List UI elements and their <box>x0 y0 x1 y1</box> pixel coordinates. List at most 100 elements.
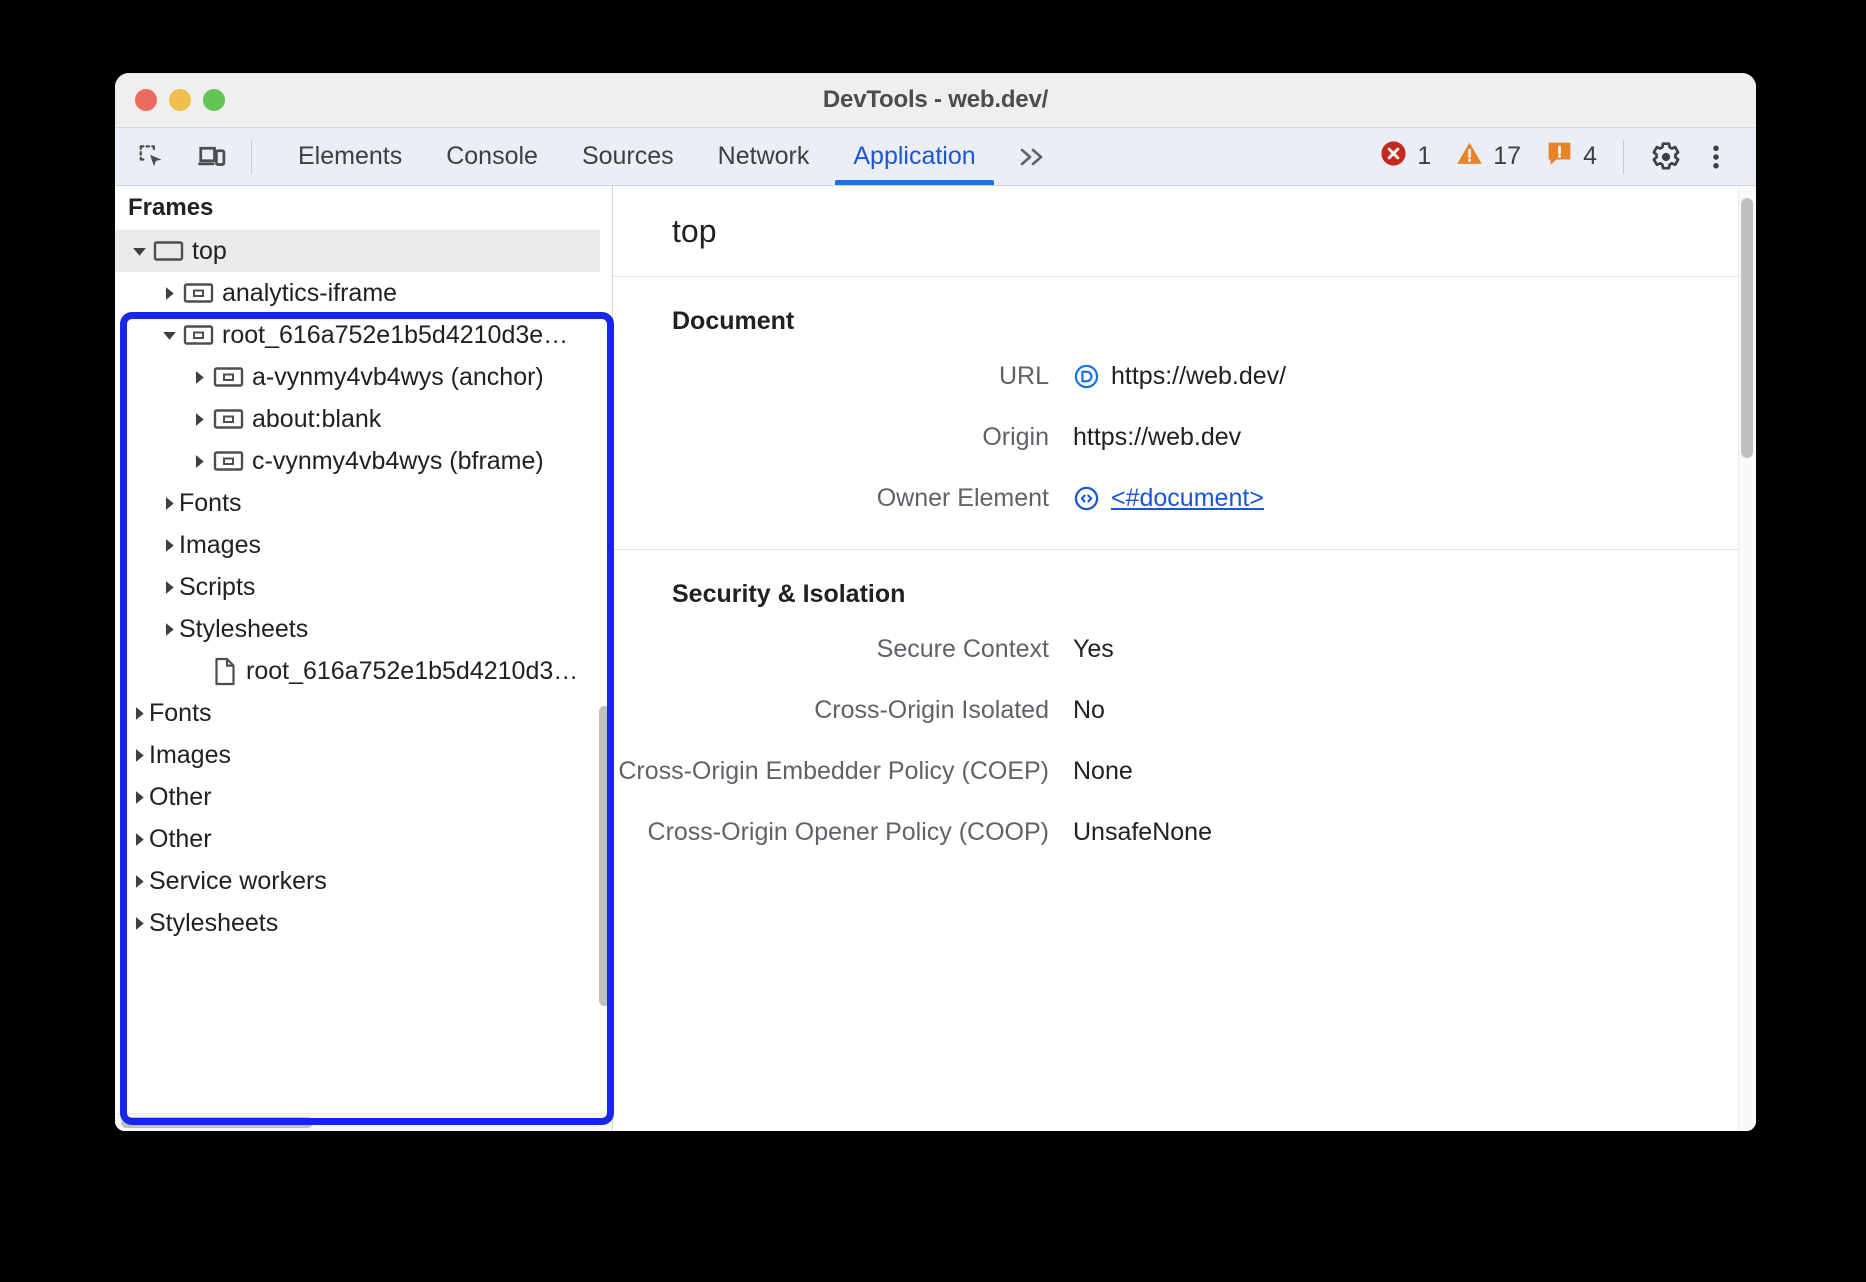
details-row-value: https://web.dev <box>1073 423 1241 452</box>
tree-row[interactable]: Other <box>115 776 600 818</box>
issue-count: 4 <box>1583 142 1597 171</box>
warning-count-badge[interactable]: 17 <box>1443 139 1533 175</box>
details-section: Security & IsolationSecure ContextYesCro… <box>613 550 1756 883</box>
tree-row[interactable]: Other <box>115 818 600 860</box>
reveal-in-network-icon[interactable] <box>1073 363 1100 390</box>
twisty-right-icon[interactable] <box>159 579 179 596</box>
toolbar-right: 1 17 <box>1367 135 1756 179</box>
tree-row[interactable]: Images <box>115 734 600 776</box>
tree-row[interactable]: root_616a752e1b5d4210d3… <box>115 650 600 692</box>
section-title: Document <box>613 307 1756 336</box>
twisty-right-icon[interactable] <box>189 453 209 470</box>
more-tabs-icon[interactable] <box>998 128 1066 185</box>
twisty-right-icon[interactable] <box>189 411 209 428</box>
twisty-down-icon[interactable] <box>129 243 149 260</box>
tree-row-label: Scripts <box>179 573 255 602</box>
inspect-element-icon[interactable] <box>131 136 173 178</box>
main-vertical-scrollbar[interactable] <box>1741 198 1753 458</box>
iframe-icon <box>213 365 244 389</box>
details-row-link[interactable]: <#document> <box>1111 484 1264 513</box>
toolbar-divider-right <box>1623 140 1624 174</box>
tree-row-label: analytics-iframe <box>222 279 397 308</box>
tree-row-label: Other <box>149 783 212 812</box>
details-row: Cross-Origin IsolatedNo <box>613 696 1756 725</box>
tab-application[interactable]: Application <box>831 128 997 185</box>
tree-row[interactable]: Fonts <box>115 692 600 734</box>
twisty-right-icon[interactable] <box>159 285 179 302</box>
details-row-text: UnsafeNone <box>1073 818 1212 847</box>
window-titlebar: DevTools - web.dev/ <box>115 73 1756 128</box>
sidebar-horizontal-scrollbar[interactable] <box>121 1117 313 1128</box>
tree-row[interactable]: analytics-iframe <box>115 272 600 314</box>
details-row: Originhttps://web.dev <box>613 423 1756 452</box>
details-row-value: Yes <box>1073 635 1114 664</box>
tree-row-label: Stylesheets <box>149 909 278 938</box>
twisty-right-icon[interactable] <box>129 873 149 890</box>
tree-row-label: root_616a752e1b5d4210d3e… <box>222 321 568 350</box>
tree-row[interactable]: Scripts <box>115 566 600 608</box>
tree-row-label: c-vynmy4vb4wys (bframe) <box>252 447 544 476</box>
iframe-icon <box>213 449 244 473</box>
twisty-right-icon[interactable] <box>189 369 209 386</box>
iframe-icon <box>183 323 214 347</box>
tree-row[interactable]: Fonts <box>115 482 600 524</box>
tab-sources[interactable]: Sources <box>560 128 696 185</box>
details-row: Cross-Origin Embedder Policy (COEP)None <box>613 757 1756 786</box>
details-row-key: URL <box>613 362 1073 391</box>
tree-row-label: Images <box>149 741 231 770</box>
twisty-right-icon[interactable] <box>159 537 179 554</box>
tree-row-label: Other <box>149 825 212 854</box>
twisty-right-icon[interactable] <box>129 831 149 848</box>
tab-elements[interactable]: Elements <box>276 128 424 185</box>
twisty-right-icon[interactable] <box>159 621 179 638</box>
issue-count-badge[interactable]: 4 <box>1533 139 1609 175</box>
iframe-icon <box>213 407 244 431</box>
error-icon <box>1379 139 1408 175</box>
page-title: top <box>613 186 1756 277</box>
frames-tree[interactable]: top analytics-iframe root_616a752e1b5d4210… <box>115 230 600 1117</box>
warning-icon <box>1455 139 1484 175</box>
section-title: Security & Isolation <box>613 580 1756 609</box>
tree-row[interactable]: Images <box>115 524 600 566</box>
tab-network[interactable]: Network <box>696 128 832 185</box>
tree-row[interactable]: root_616a752e1b5d4210d3e… <box>115 314 600 356</box>
details-row-value: https://web.dev/ <box>1073 362 1286 391</box>
tree-row-label: a-vynmy4vb4wys (anchor) <box>252 363 544 392</box>
details-row-text: No <box>1073 696 1105 725</box>
reveal-in-elements-icon[interactable] <box>1073 485 1100 512</box>
tree-row[interactable]: a-vynmy4vb4wys (anchor) <box>115 356 600 398</box>
tree-row[interactable]: top <box>115 230 600 272</box>
tree-row[interactable]: Service workers <box>115 860 600 902</box>
tab-console[interactable]: Console <box>424 128 560 185</box>
document-icon <box>213 657 238 686</box>
twisty-right-icon[interactable] <box>129 789 149 806</box>
details-row-value: No <box>1073 696 1105 725</box>
details-row-text: https://web.dev <box>1073 423 1241 452</box>
tree-row[interactable]: about:blank <box>115 398 600 440</box>
twisty-right-icon[interactable] <box>129 915 149 932</box>
twisty-down-icon[interactable] <box>159 327 179 344</box>
tree-row-label: top <box>192 237 227 266</box>
details-row-value: None <box>1073 757 1133 786</box>
details-row-key: Cross-Origin Isolated <box>613 696 1073 725</box>
twisty-right-icon[interactable] <box>129 747 149 764</box>
gear-icon[interactable] <box>1644 135 1688 179</box>
tree-row-label: Stylesheets <box>179 615 308 644</box>
devtools-window: DevTools - web.dev/ <box>115 73 1756 1131</box>
tree-row[interactable]: c-vynmy4vb4wys (bframe) <box>115 440 600 482</box>
details-row-key: Cross-Origin Embedder Policy (COEP) <box>613 757 1073 786</box>
tree-row[interactable]: Stylesheets <box>115 902 600 944</box>
tree-row[interactable]: Stylesheets <box>115 608 600 650</box>
twisty-right-icon[interactable] <box>129 705 149 722</box>
details-row-value: <#document> <box>1073 484 1264 513</box>
devtools-toolbar: Elements Console Sources Network Applica… <box>115 128 1756 186</box>
error-count-badge[interactable]: 1 <box>1367 139 1443 175</box>
kebab-menu-icon[interactable] <box>1694 135 1738 179</box>
twisty-right-icon[interactable] <box>159 495 179 512</box>
device-toolbar-icon[interactable] <box>191 136 233 178</box>
tree-row-label: Images <box>179 531 261 560</box>
window-title: DevTools - web.dev/ <box>115 86 1756 114</box>
details-row-key: Owner Element <box>613 484 1073 513</box>
sidebar-vertical-scrollbar[interactable] <box>599 706 610 1006</box>
panel-tabs: Elements Console Sources Network Applica… <box>276 128 1066 185</box>
